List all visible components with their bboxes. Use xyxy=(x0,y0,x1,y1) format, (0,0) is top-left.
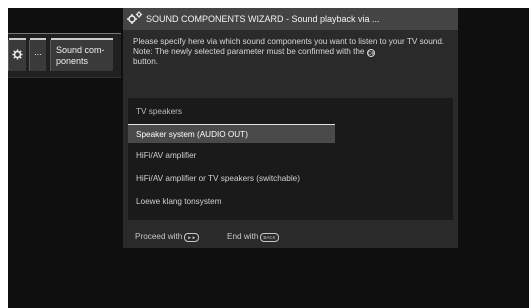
tv-screen: ... Sound com- ponents SOUND COMPONENTS … xyxy=(8,8,529,308)
wizard-footer: Proceed with ►► End with BACK xyxy=(123,225,458,248)
gears-icon xyxy=(127,11,143,24)
end-hint[interactable]: End with BACK xyxy=(227,225,279,248)
description-line-2: Note: The newly selected parameter must … xyxy=(133,47,453,67)
back-key-icon: BACK xyxy=(260,233,279,242)
list-item-loewe-klang[interactable]: Loewe klang tonsystem xyxy=(128,192,335,211)
end-label: End with xyxy=(227,232,259,241)
cell-top-line xyxy=(9,38,26,40)
wizard-title-bar: SOUND COMPONENTS WIZARD - Sound playback… xyxy=(123,8,458,30)
fast-forward-key-icon: ►► xyxy=(184,233,200,242)
proceed-label: Proceed with xyxy=(135,232,183,241)
cell-top-line xyxy=(30,38,46,40)
wizard-description: Please specify here via which sound comp… xyxy=(133,37,453,67)
menu-ellipsis-cell[interactable]: ... xyxy=(29,38,46,71)
wizard-title: SOUND COMPONENTS WIZARD - Sound playback… xyxy=(146,14,380,24)
ellipsis-label: ... xyxy=(34,47,42,57)
list-item-speaker-system[interactable]: Speaker system (AUDIO OUT) xyxy=(128,124,335,143)
list-item-hifi-av-amplifier[interactable]: HiFi/AV amplifier xyxy=(128,146,335,165)
proceed-hint[interactable]: Proceed with ►► xyxy=(135,225,200,248)
description-note: Note: The newly selected parameter must … xyxy=(133,47,365,56)
gear-icon xyxy=(12,49,23,60)
description-note-end: button. xyxy=(133,57,159,66)
list-item-hifi-or-tv-switchable[interactable]: HiFi/AV amplifier or TV speakers (switch… xyxy=(128,169,335,188)
menu-sound-components-cell[interactable]: Sound com- ponents xyxy=(50,38,113,71)
menu-item-label: Sound com- ponents xyxy=(56,45,105,66)
sound-wizard-dialog: SOUND COMPONENTS WIZARD - Sound playback… xyxy=(123,8,458,248)
description-line-1: Please specify here via which sound comp… xyxy=(133,37,445,46)
breadcrumb-menu: ... Sound com- ponents xyxy=(8,33,121,78)
list-item-tv-speakers[interactable]: TV speakers xyxy=(128,102,335,121)
menu-settings-cell[interactable] xyxy=(8,38,26,71)
options-list: TV speakers Speaker system (AUDIO OUT) H… xyxy=(128,98,453,220)
ok-button-icon: OK xyxy=(366,49,376,57)
cell-top-line xyxy=(51,38,113,40)
